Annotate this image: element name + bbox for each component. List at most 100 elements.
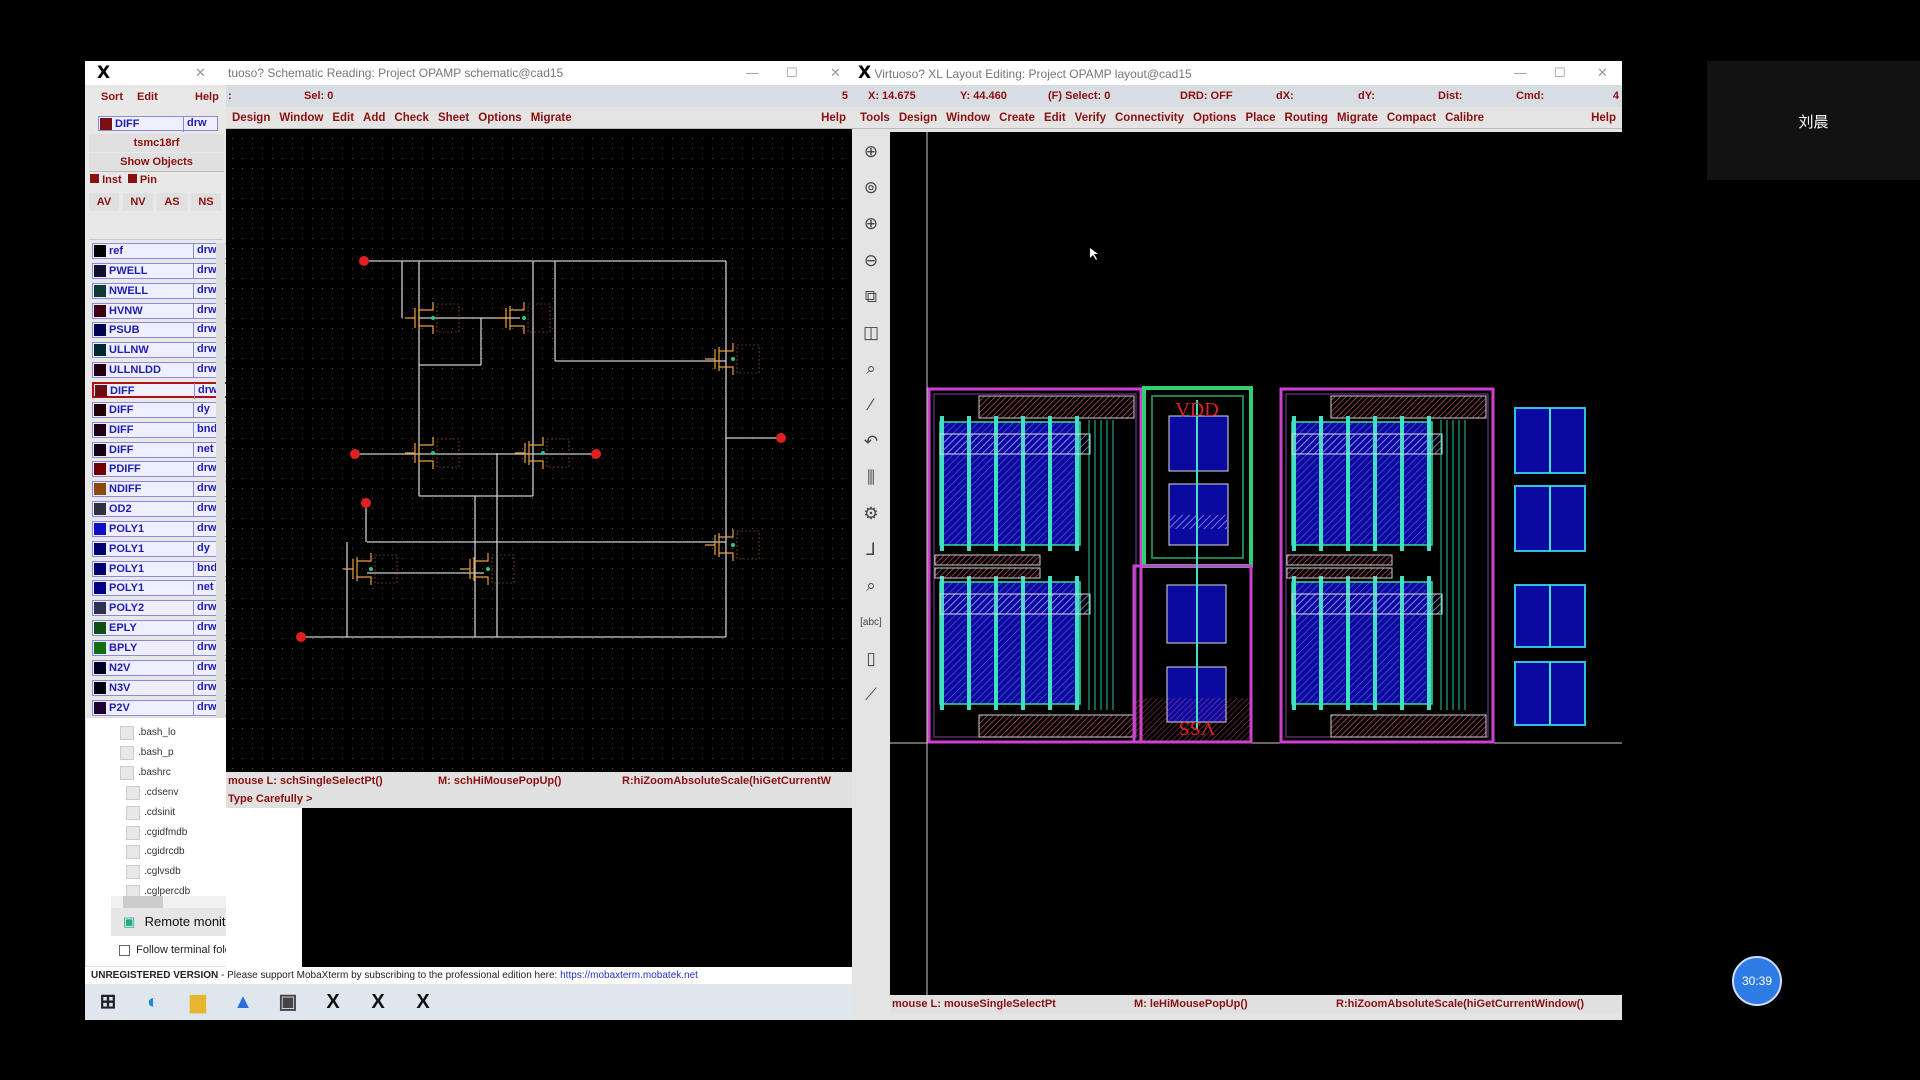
layer-row[interactable]: P2V drw <box>92 699 232 716</box>
menu-check[interactable]: Check <box>394 112 429 124</box>
label-icon[interactable]: [abc] <box>858 610 884 636</box>
menu-verify[interactable]: Verify <box>1075 112 1106 124</box>
split-icon[interactable]: ◫ <box>858 320 884 346</box>
layer-list-scrollbar[interactable] <box>216 243 225 717</box>
layout-canvas[interactable]: VDD VSS <box>890 132 1622 995</box>
zoom-out-icon[interactable]: ⊖ <box>858 248 884 274</box>
file-item[interactable]: .bash_p <box>138 747 174 758</box>
menu-design[interactable]: Design <box>232 112 270 124</box>
layer-row[interactable]: NDIFF drw <box>92 481 232 498</box>
path-icon[interactable]: ⁄ <box>858 392 884 418</box>
menu-tools[interactable]: Tools <box>860 112 890 124</box>
nv-button[interactable]: NV <box>123 193 153 211</box>
current-layer[interactable]: DIFF drw <box>98 116 218 132</box>
menu-edit[interactable]: Edit <box>1044 112 1066 124</box>
file-explorer-icon[interactable]: ▆ <box>183 988 213 1016</box>
zoom-in-icon[interactable]: ⊕ <box>858 211 884 237</box>
menu-edit[interactable]: Edit <box>332 112 354 124</box>
x-server-icon[interactable]: X <box>318 988 348 1016</box>
file-item[interactable]: .bash_lo <box>138 727 176 738</box>
maximize-icon[interactable]: ☐ <box>786 61 798 85</box>
minimize-icon[interactable]: — <box>1514 61 1527 85</box>
file-item[interactable]: .bashrc <box>138 767 171 778</box>
maximize-icon[interactable]: ☐ <box>1554 61 1566 85</box>
pin-checkbox[interactable] <box>127 174 137 183</box>
close-icon[interactable]: ✕ <box>1597 61 1608 85</box>
hierarchy-icon[interactable]: ⚙ <box>858 501 884 527</box>
close-icon[interactable]: ✕ <box>195 61 206 85</box>
menu-options[interactable]: Options <box>478 112 521 124</box>
timer-badge[interactable]: 30:39 <box>1732 956 1782 1006</box>
tech-library[interactable]: tsmc18rf <box>89 134 224 152</box>
show-objects-button[interactable]: Show Objects <box>89 153 224 172</box>
ns-button[interactable]: NS <box>191 193 221 211</box>
menu-sheet[interactable]: Sheet <box>438 112 469 124</box>
menu-help[interactable]: Help <box>1591 107 1616 129</box>
inst-checkbox[interactable] <box>90 174 99 183</box>
layer-row[interactable]: DIFF bnd <box>92 421 232 438</box>
menu-options[interactable]: Options <box>1193 112 1236 124</box>
menu-design[interactable]: Design <box>899 112 937 124</box>
layer-row[interactable]: POLY1 net <box>92 580 232 597</box>
file-item[interactable]: .cgidrcdb <box>144 846 185 857</box>
select-icon[interactable]: ⌕ <box>858 573 884 599</box>
menu-migrate[interactable]: Migrate <box>1337 112 1378 124</box>
av-button[interactable]: AV <box>89 193 119 211</box>
layer-row[interactable]: EPLY drw <box>92 620 232 637</box>
layer-row[interactable]: ref drw <box>92 243 232 259</box>
magnify-icon[interactable]: ⌕ <box>858 356 884 382</box>
pan-icon[interactable]: ⧉ <box>858 284 884 310</box>
stop-icon[interactable]: ⊕ <box>858 139 884 165</box>
menu-help[interactable]: Help <box>821 107 846 129</box>
ruler-box-icon[interactable]: ▯ <box>858 646 884 672</box>
layer-row[interactable]: POLY1 dy <box>92 540 232 557</box>
x-server-icon[interactable]: X <box>408 988 438 1016</box>
edge-icon[interactable]: ◐ <box>138 988 168 1016</box>
layer-row[interactable]: POLY1 bnd <box>92 560 232 577</box>
file-item[interactable]: .cglvsdb <box>144 866 181 877</box>
layer-row[interactable]: HVNW drw <box>92 302 232 319</box>
menu-calibre[interactable]: Calibre <box>1445 112 1484 124</box>
layer-row[interactable]: N2V drw <box>92 659 232 676</box>
menu-help[interactable]: Help <box>195 91 219 103</box>
pins-icon[interactable]: ⫼ <box>858 465 884 491</box>
as-button[interactable]: AS <box>157 193 187 211</box>
menu-connectivity[interactable]: Connectivity <box>1115 112 1184 124</box>
minimize-icon[interactable]: — <box>746 61 759 85</box>
x-server-icon[interactable]: X <box>363 988 393 1016</box>
fit-icon[interactable]: ⊚ <box>858 175 884 201</box>
layer-filter-input[interactable] <box>89 216 223 240</box>
file-item[interactable]: .cgidfmdb <box>144 827 187 838</box>
follow-terminal-folder[interactable]: Follow terminal folder <box>119 944 241 956</box>
layer-row[interactable]: ULLNLDD drw <box>92 362 232 379</box>
layer-row[interactable]: POLY1 drw <box>92 520 232 537</box>
follow-checkbox[interactable] <box>119 944 130 956</box>
menu-sort[interactable]: Sort <box>101 91 123 103</box>
layer-row[interactable]: ULLNW drw <box>92 342 232 359</box>
ruler-icon[interactable]: ⟋ <box>858 682 884 708</box>
menu-add[interactable]: Add <box>363 112 385 124</box>
layer-row[interactable]: NWELL drw <box>92 282 232 299</box>
mobaxterm-icon[interactable]: ▲ <box>228 988 258 1016</box>
layer-row[interactable]: N3V drw <box>92 679 232 696</box>
layer-row[interactable]: PDIFF drw <box>92 461 232 478</box>
windows-start-icon[interactable]: ⊞ <box>93 988 123 1016</box>
mobaxterm-link[interactable]: https://mobaxterm.mobatek.net <box>560 970 698 981</box>
menu-window[interactable]: Window <box>279 112 323 124</box>
layer-row[interactable]: DIFF drw <box>92 381 232 399</box>
menu-place[interactable]: Place <box>1245 112 1275 124</box>
menu-edit[interactable]: Edit <box>137 91 158 103</box>
layer-row[interactable]: PSUB drw <box>92 322 232 339</box>
close-icon[interactable]: ✕ <box>830 61 841 85</box>
layer-row[interactable]: BPLY drw <box>92 640 232 656</box>
wire-icon[interactable]: ⅃ <box>858 537 884 563</box>
schematic-canvas[interactable] <box>226 132 852 772</box>
menu-compact[interactable]: Compact <box>1387 112 1436 124</box>
menu-migrate[interactable]: Migrate <box>531 112 572 124</box>
command-prompt[interactable]: Type Carefully > <box>226 790 852 808</box>
layer-row[interactable]: OD2 drw <box>92 501 232 518</box>
layer-row[interactable]: POLY2 drw <box>92 600 232 617</box>
layer-row[interactable]: DIFF net <box>92 441 232 458</box>
terminal-icon[interactable]: ▣ <box>273 988 303 1016</box>
layer-row[interactable]: PWELL drw <box>92 262 232 279</box>
